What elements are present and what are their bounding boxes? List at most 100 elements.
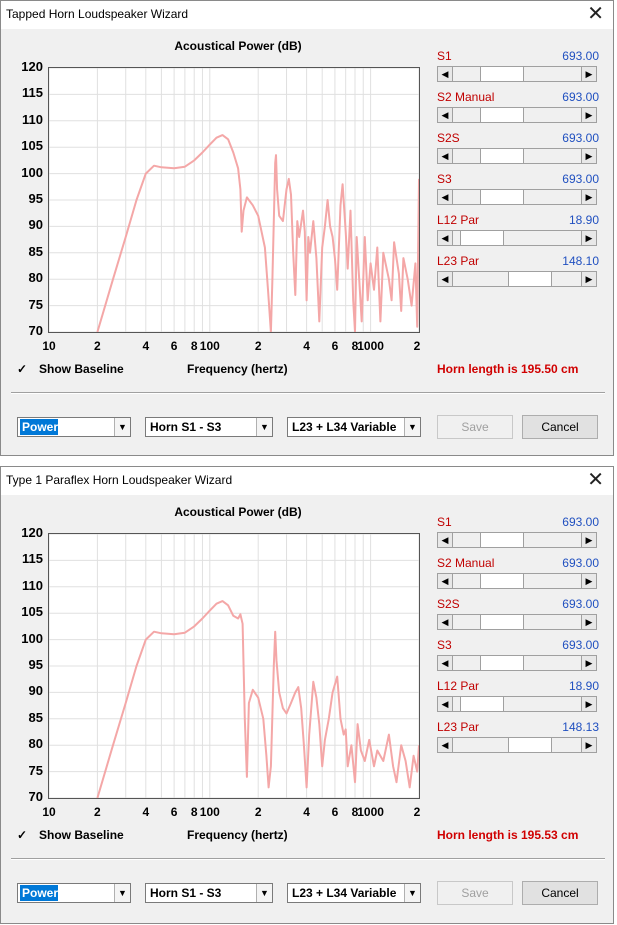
arrow-right-icon[interactable]: ▶ (581, 574, 596, 588)
chevron-down-icon[interactable]: ▼ (256, 418, 272, 436)
horn-select-value: Horn S1 - S3 (150, 886, 222, 900)
param-control: S3 693.00 ◀ ▶ (437, 638, 599, 674)
variable-select[interactable]: L23 + L34 Variable ▼ (287, 883, 421, 903)
wizard-window: Tapped Horn Loudspeaker Wizard ✕ Acousti… (0, 0, 614, 456)
chart-title: Acoustical Power (dB) (174, 505, 302, 519)
param-scrollbar[interactable]: ◀ ▶ (437, 230, 597, 246)
y-tick-label: 95 (28, 191, 43, 206)
param-label: L23 Par (437, 720, 480, 734)
horn-select[interactable]: Horn S1 - S3 ▼ (145, 417, 273, 437)
y-tick-label: 100 (21, 164, 43, 180)
close-icon[interactable]: ✕ (587, 3, 604, 25)
param-scrollbar[interactable]: ◀ ▶ (437, 148, 597, 164)
arrow-left-icon[interactable]: ◀ (438, 149, 453, 163)
arrow-right-icon[interactable]: ▶ (581, 190, 596, 204)
scrollbar-thumb[interactable] (508, 738, 553, 752)
variable-select[interactable]: L23 + L34 Variable ▼ (287, 417, 421, 437)
param-label: S2S (437, 597, 460, 611)
arrow-left-icon[interactable]: ◀ (438, 231, 453, 245)
param-control: S2S 693.00 ◀ ▶ (437, 131, 599, 167)
arrow-right-icon[interactable]: ▶ (581, 656, 596, 670)
horn-length-text: Horn length is 195.53 cm (437, 828, 579, 842)
cancel-button[interactable]: Cancel (522, 415, 598, 439)
arrow-right-icon[interactable]: ▶ (581, 67, 596, 81)
param-label: L12 Par (437, 679, 480, 693)
arrow-right-icon[interactable]: ▶ (581, 272, 596, 286)
arrow-left-icon[interactable]: ◀ (438, 697, 453, 711)
scrollbar-thumb[interactable] (459, 697, 504, 711)
x-tick-label: 100 (199, 339, 220, 353)
y-tick-label: 115 (22, 551, 43, 567)
scrollbar-thumb[interactable] (459, 231, 504, 245)
arrow-left-icon[interactable]: ◀ (438, 67, 453, 81)
y-tick-label: 85 (28, 243, 43, 259)
close-icon[interactable]: ✕ (587, 469, 604, 491)
param-value: 18.90 (568, 213, 599, 227)
scrollbar-thumb[interactable] (479, 533, 524, 547)
param-scrollbar[interactable]: ◀ ▶ (437, 271, 597, 287)
chevron-down-icon[interactable]: ▼ (114, 418, 130, 436)
param-scrollbar[interactable]: ◀ ▶ (437, 614, 597, 630)
show-baseline-checkbox[interactable]: ✓ Show Baseline (17, 828, 124, 842)
arrow-right-icon[interactable]: ▶ (581, 615, 596, 629)
param-label: S1 (437, 515, 452, 529)
arrow-right-icon[interactable]: ▶ (581, 697, 596, 711)
save-button[interactable]: Save (437, 881, 513, 905)
y-tick-label: 70 (28, 789, 43, 804)
checkmark-icon[interactable]: ✓ (17, 829, 29, 841)
scrollbar-thumb[interactable] (479, 190, 524, 204)
arrow-right-icon[interactable]: ▶ (581, 533, 596, 547)
arrow-left-icon[interactable]: ◀ (438, 272, 453, 286)
param-value: 693.00 (562, 90, 599, 104)
param-scrollbar[interactable]: ◀ ▶ (437, 189, 597, 205)
param-scrollbar[interactable]: ◀ ▶ (437, 655, 597, 671)
arrow-right-icon[interactable]: ▶ (581, 108, 596, 122)
arrow-left-icon[interactable]: ◀ (438, 656, 453, 670)
scrollbar-thumb[interactable] (479, 615, 524, 629)
param-scrollbar[interactable]: ◀ ▶ (437, 696, 597, 712)
arrow-left-icon[interactable]: ◀ (438, 533, 453, 547)
param-value: 693.00 (562, 131, 599, 145)
chevron-down-icon[interactable]: ▼ (256, 884, 272, 902)
param-scrollbar[interactable]: ◀ ▶ (437, 573, 597, 589)
arrow-right-icon[interactable]: ▶ (581, 149, 596, 163)
scrollbar-thumb[interactable] (479, 149, 524, 163)
checkmark-icon[interactable]: ✓ (17, 363, 29, 375)
x-axis-label: Frequency (hertz) (187, 828, 288, 842)
arrow-left-icon[interactable]: ◀ (438, 738, 453, 752)
plot-area (48, 533, 420, 799)
arrow-left-icon[interactable]: ◀ (438, 574, 453, 588)
param-label: L23 Par (437, 254, 480, 268)
scrollbar-thumb[interactable] (479, 108, 524, 122)
param-label: S2S (437, 131, 460, 145)
mode-select[interactable]: Power ▼ (17, 417, 131, 437)
scrollbar-thumb[interactable] (479, 574, 524, 588)
param-value: 18.90 (568, 679, 599, 693)
param-scrollbar[interactable]: ◀ ▶ (437, 107, 597, 123)
param-value: 693.00 (562, 172, 599, 186)
title-bar[interactable]: Tapped Horn Loudspeaker Wizard ✕ (1, 1, 613, 29)
param-control: S3 693.00 ◀ ▶ (437, 172, 599, 208)
title-bar[interactable]: Type 1 Paraflex Horn Loudspeaker Wizard … (1, 467, 613, 495)
chevron-down-icon[interactable]: ▼ (114, 884, 130, 902)
param-scrollbar[interactable]: ◀ ▶ (437, 532, 597, 548)
scrollbar-thumb[interactable] (479, 656, 524, 670)
cancel-button[interactable]: Cancel (522, 881, 598, 905)
horn-select[interactable]: Horn S1 - S3 ▼ (145, 883, 273, 903)
scrollbar-thumb[interactable] (508, 272, 553, 286)
chevron-down-icon[interactable]: ▼ (404, 418, 420, 436)
save-button[interactable]: Save (437, 415, 513, 439)
window-title: Tapped Horn Loudspeaker Wizard (6, 7, 189, 21)
param-value: 148.10 (562, 254, 599, 268)
param-scrollbar[interactable]: ◀ ▶ (437, 737, 597, 753)
scrollbar-thumb[interactable] (479, 67, 524, 81)
mode-select[interactable]: Power ▼ (17, 883, 131, 903)
chevron-down-icon[interactable]: ▼ (404, 884, 420, 902)
arrow-left-icon[interactable]: ◀ (438, 108, 453, 122)
arrow-left-icon[interactable]: ◀ (438, 615, 453, 629)
arrow-right-icon[interactable]: ▶ (581, 738, 596, 752)
show-baseline-checkbox[interactable]: ✓ Show Baseline (17, 362, 124, 376)
param-scrollbar[interactable]: ◀ ▶ (437, 66, 597, 82)
arrow-right-icon[interactable]: ▶ (581, 231, 596, 245)
arrow-left-icon[interactable]: ◀ (438, 190, 453, 204)
